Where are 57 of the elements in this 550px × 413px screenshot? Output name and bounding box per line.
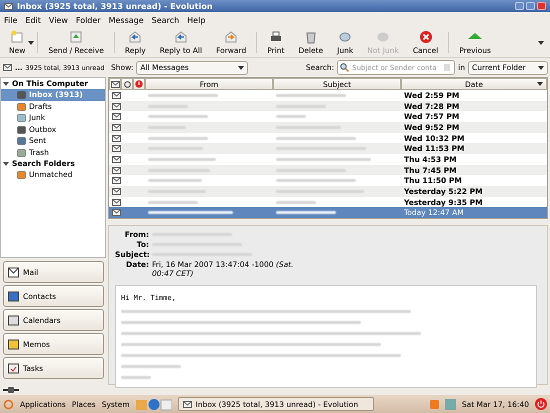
blurred-text bbox=[148, 158, 216, 161]
mail-icon bbox=[182, 400, 192, 408]
forward-icon bbox=[224, 30, 238, 44]
mail-icon bbox=[3, 64, 12, 71]
envelope-icon bbox=[8, 266, 19, 278]
blurred-text bbox=[276, 200, 316, 204]
blurred-text bbox=[148, 200, 198, 204]
envelope-icon bbox=[112, 113, 121, 120]
envelope-icon bbox=[112, 92, 121, 99]
dropdown-caret-icon[interactable] bbox=[28, 40, 34, 44]
menu-item[interactable]: Folder bbox=[76, 16, 101, 24]
flag-column-header[interactable] bbox=[133, 78, 145, 90]
menu-item[interactable]: File bbox=[4, 16, 18, 24]
envelope-icon bbox=[112, 166, 121, 174]
envelope-icon bbox=[112, 188, 121, 195]
menu-item[interactable]: View bbox=[48, 16, 68, 24]
reply-icon bbox=[128, 30, 142, 44]
search-icon bbox=[340, 63, 350, 72]
envelope-icon bbox=[112, 102, 121, 110]
menu-item[interactable]: Search bbox=[152, 16, 180, 24]
blurred-text bbox=[121, 376, 151, 379]
attachment-column-header[interactable] bbox=[121, 78, 133, 90]
envelope-icon bbox=[112, 198, 121, 206]
launcher-icons-drawing[interactable] bbox=[136, 398, 172, 410]
menu-item[interactable]: Help bbox=[187, 16, 206, 24]
expander-icon[interactable] bbox=[3, 160, 9, 166]
blurred-text bbox=[148, 115, 208, 118]
blurred-text bbox=[276, 211, 336, 214]
blurred-text bbox=[121, 364, 181, 368]
expander-icon[interactable] bbox=[3, 80, 9, 86]
dropdown-caret-icon bbox=[238, 66, 244, 70]
reply-icon bbox=[174, 30, 188, 44]
new-message-icon bbox=[10, 30, 24, 44]
dropdown-caret-icon bbox=[538, 66, 544, 70]
clipboard-icon bbox=[8, 362, 19, 374]
blurred-text bbox=[276, 115, 306, 118]
envelope-icon bbox=[112, 145, 121, 152]
menu-item[interactable]: Message bbox=[108, 16, 144, 24]
blurred-text bbox=[148, 94, 218, 97]
envelope-icon bbox=[112, 134, 121, 142]
menu-item[interactable]: Edit bbox=[25, 16, 41, 24]
sort-caret-icon bbox=[537, 82, 543, 86]
blurred-text bbox=[148, 179, 202, 182]
power-icon[interactable] bbox=[535, 398, 547, 410]
envelope-icon bbox=[112, 177, 121, 184]
overflow-caret-icon[interactable] bbox=[538, 40, 544, 44]
mail-icon bbox=[4, 2, 13, 10]
window-title: Inbox (3925 total, 3913 unread) - Evolution bbox=[17, 2, 213, 10]
blurred-text bbox=[276, 94, 346, 97]
envelope-icon bbox=[112, 209, 121, 216]
envelope-icon bbox=[112, 124, 121, 131]
printer-icon bbox=[268, 30, 283, 44]
blurred-text bbox=[148, 136, 208, 140]
status-column-header[interactable] bbox=[109, 78, 121, 90]
send-receive-icon bbox=[69, 30, 84, 44]
envelope-icon bbox=[112, 156, 121, 163]
cancel-icon bbox=[418, 30, 433, 44]
